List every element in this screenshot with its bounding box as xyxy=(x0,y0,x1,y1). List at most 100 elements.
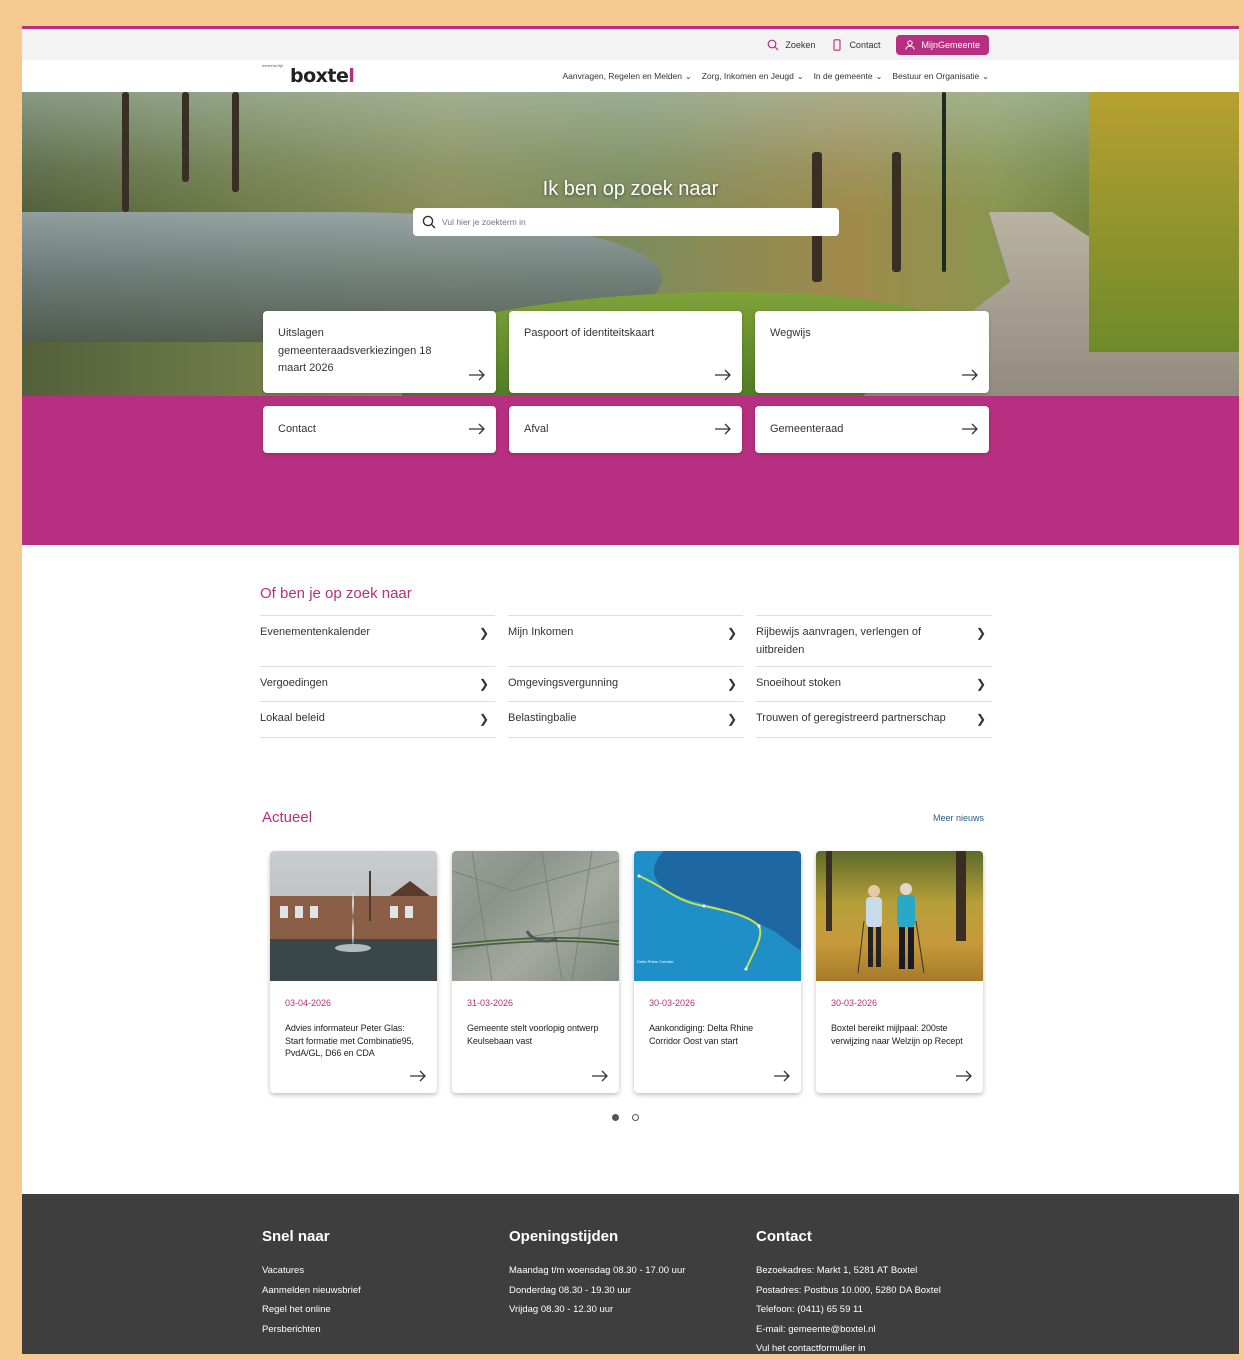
tile-wegwijs[interactable]: Wegwijs xyxy=(755,311,989,393)
hero-tree xyxy=(182,92,189,182)
suggestions-grid: Evenementenkalender ❯ Mijn Inkomen ❯ Rijbe… xyxy=(260,615,992,738)
news-carousel: 03-04-2026 Advies informateur Peter Glas… xyxy=(270,851,983,1093)
suggestion-link[interactable]: Vergoedingen ❯ xyxy=(260,666,495,701)
tile-uitslagen[interactable]: Uitslagen gemeenteraadsverkiezingen 18 m… xyxy=(263,311,496,393)
tile-label: Contact xyxy=(278,423,316,435)
arrow-right-icon xyxy=(962,423,978,435)
arrow-right-icon xyxy=(956,1070,972,1082)
chevron-down-icon: ⌄ xyxy=(796,71,804,81)
footer: Snel naar Vacatures Aanmelden nieuwsbrie… xyxy=(22,1194,1239,1354)
news-image-aerial-map xyxy=(452,851,619,981)
news-date: 31-03-2026 xyxy=(467,998,514,1008)
suggestion-link[interactable]: Mijn Inkomen ❯ xyxy=(508,615,743,666)
contact-link[interactable]: Contact xyxy=(831,38,880,51)
more-news-link[interactable]: Meer nieuws xyxy=(933,813,984,823)
boxtel-logo[interactable]: meesterlijk boxtel xyxy=(262,63,355,87)
suggestion-link[interactable]: Trouwen of geregistreerd partnerschap ❯ xyxy=(756,701,992,738)
footer-text: Vrijdag 08.30 - 12.30 uur xyxy=(509,1304,614,1315)
news-card[interactable]: 30-03-2026 Boxtel bereikt mijlpaal: 200s… xyxy=(816,851,983,1093)
chevron-right-icon: ❯ xyxy=(726,677,737,692)
carousel-pagination xyxy=(612,1114,639,1121)
nav-in-de-gemeente[interactable]: In de gemeente ⌄ xyxy=(814,71,883,81)
nav-aanvragen[interactable]: Aanvragen, Regelen en Melden ⌄ xyxy=(562,71,691,81)
arrow-right-icon xyxy=(715,423,731,435)
footer-openingstijden: Openingstijden Maandag t/m woensdag 08.3… xyxy=(509,1228,756,1354)
browser-page: Zoeken Contact MijnGemeente meesterlijk … xyxy=(22,26,1239,1354)
chevron-right-icon: ❯ xyxy=(975,712,986,727)
chevron-right-icon: ❯ xyxy=(478,677,489,692)
chevron-right-icon: ❯ xyxy=(726,712,737,727)
phone-icon xyxy=(833,38,841,51)
news-date: 03-04-2026 xyxy=(285,998,332,1008)
suggestion-link[interactable]: Rijbewijs aanvragen, verlengen of uitbre… xyxy=(756,615,992,666)
tile-label: Wegwijs xyxy=(770,327,811,339)
nav-bestuur[interactable]: Bestuur en Organisatie ⌄ xyxy=(892,71,989,81)
footer-link[interactable]: Regel het online xyxy=(262,1300,509,1320)
nav-zorg[interactable]: Zorg, Inkomen en Jeugd ⌄ xyxy=(702,71,804,81)
tile-label: Paspoort of identiteitskaart xyxy=(524,327,655,339)
news-title: Actueel xyxy=(262,809,313,826)
search-link-label: Zoeken xyxy=(785,39,816,50)
logo-wordmark: boxtel xyxy=(290,65,355,87)
tile-afval[interactable]: Afval xyxy=(509,406,742,453)
suggestion-link[interactable]: Evenementenkalender ❯ xyxy=(260,615,495,666)
chevron-right-icon: ❯ xyxy=(975,626,986,640)
footer-text: Telefoon: (0411) 65 59 11 xyxy=(756,1304,863,1315)
news-card[interactable]: 31-03-2026 Gemeente stelt voorlopig ontw… xyxy=(452,851,619,1093)
arrow-right-icon xyxy=(410,1070,426,1082)
news-title-text: Gemeente stelt voorlopig ontwerp Keulseb… xyxy=(467,1023,599,1046)
suggestion-link[interactable]: Snoeihout stoken ❯ xyxy=(756,666,992,701)
chevron-down-icon: ⌄ xyxy=(982,71,989,81)
arrow-right-icon xyxy=(962,369,978,381)
mijngemeente-button[interactable]: MijnGemeente xyxy=(896,34,989,55)
news-image-corridor-map: Delta Rhine Corridor xyxy=(634,851,801,981)
hero-hedge xyxy=(1089,92,1239,352)
user-icon xyxy=(905,39,915,50)
chevron-down-icon: ⌄ xyxy=(685,71,692,81)
suggestion-link[interactable]: Belastingbalie ❯ xyxy=(508,701,743,738)
footer-link[interactable]: Persberichten xyxy=(262,1320,509,1340)
arrow-right-icon xyxy=(469,369,485,381)
hero-title: Ik ben op zoek naar xyxy=(542,178,719,200)
carousel-dot-1[interactable] xyxy=(612,1114,619,1121)
suggestion-link[interactable]: Lokaal beleid ❯ xyxy=(260,701,495,738)
main-nav: meesterlijk boxtel Aanvragen, Regelen en… xyxy=(22,60,1239,92)
search-icon xyxy=(768,39,779,50)
news-title-text: Aankondiging: Delta Rhine Corridor Oost … xyxy=(649,1023,754,1046)
arrow-right-icon xyxy=(592,1070,608,1082)
search-link[interactable]: Zoeken xyxy=(767,39,815,51)
hero-tree xyxy=(892,152,901,272)
tile-label: Afval xyxy=(524,423,549,435)
footer-heading: Contact xyxy=(756,1228,812,1245)
chevron-down-icon: ⌄ xyxy=(875,71,883,81)
search-icon xyxy=(422,215,436,229)
mijngemeente-label: MijnGemeente xyxy=(921,39,980,50)
hero-tree xyxy=(232,92,239,192)
news-image-walkers xyxy=(816,851,983,981)
arrow-right-icon xyxy=(715,369,731,381)
nav-links: Aanvragen, Regelen en Melden ⌄ Zorg, Inko… xyxy=(562,71,989,81)
news-card[interactable]: Delta Rhine Corridor 30-03-2026 Aankondi… xyxy=(634,851,801,1093)
news-image-pond-fountain xyxy=(270,851,437,981)
chevron-right-icon: ❯ xyxy=(478,712,489,727)
tile-contact[interactable]: Contact xyxy=(263,406,496,453)
footer-link[interactable]: E-mail: gemeente@boxtel.nl xyxy=(756,1320,1003,1340)
suggestion-link[interactable]: Omgevingsvergunning ❯ xyxy=(508,666,743,701)
hero-search-box[interactable] xyxy=(413,208,839,236)
footer-link[interactable]: Vacatures xyxy=(262,1261,509,1281)
tile-paspoort[interactable]: Paspoort of identiteitskaart xyxy=(509,311,742,393)
carousel-dot-2[interactable] xyxy=(632,1114,639,1121)
chevron-right-icon: ❯ xyxy=(478,626,489,640)
footer-link[interactable]: Aanmelden nieuwsbrief xyxy=(262,1281,509,1301)
hero-search-input[interactable] xyxy=(442,217,822,227)
footer-link[interactable]: Vul het contactformulier in xyxy=(756,1339,1003,1354)
tile-gemeenteraad[interactable]: Gemeenteraad xyxy=(755,406,989,453)
news-card[interactable]: 03-04-2026 Advies informateur Peter Glas… xyxy=(270,851,437,1093)
logo-tagline: meesterlijk xyxy=(262,63,284,68)
footer-heading: Openingstijden xyxy=(509,1228,619,1245)
news-title-text: Boxtel bereikt mijlpaal: 200ste verwijzi… xyxy=(831,1023,963,1046)
footer-text: Maandag t/m woensdag 08.30 - 17.00 uur xyxy=(509,1265,686,1276)
tile-label: Gemeenteraad xyxy=(770,423,844,435)
suggestions-section: Of ben je op zoek naar Evenementenkalend… xyxy=(260,585,992,738)
footer-contact: Contact Bezoekadres: Markt 1, 5281 AT Bo… xyxy=(756,1228,1003,1354)
